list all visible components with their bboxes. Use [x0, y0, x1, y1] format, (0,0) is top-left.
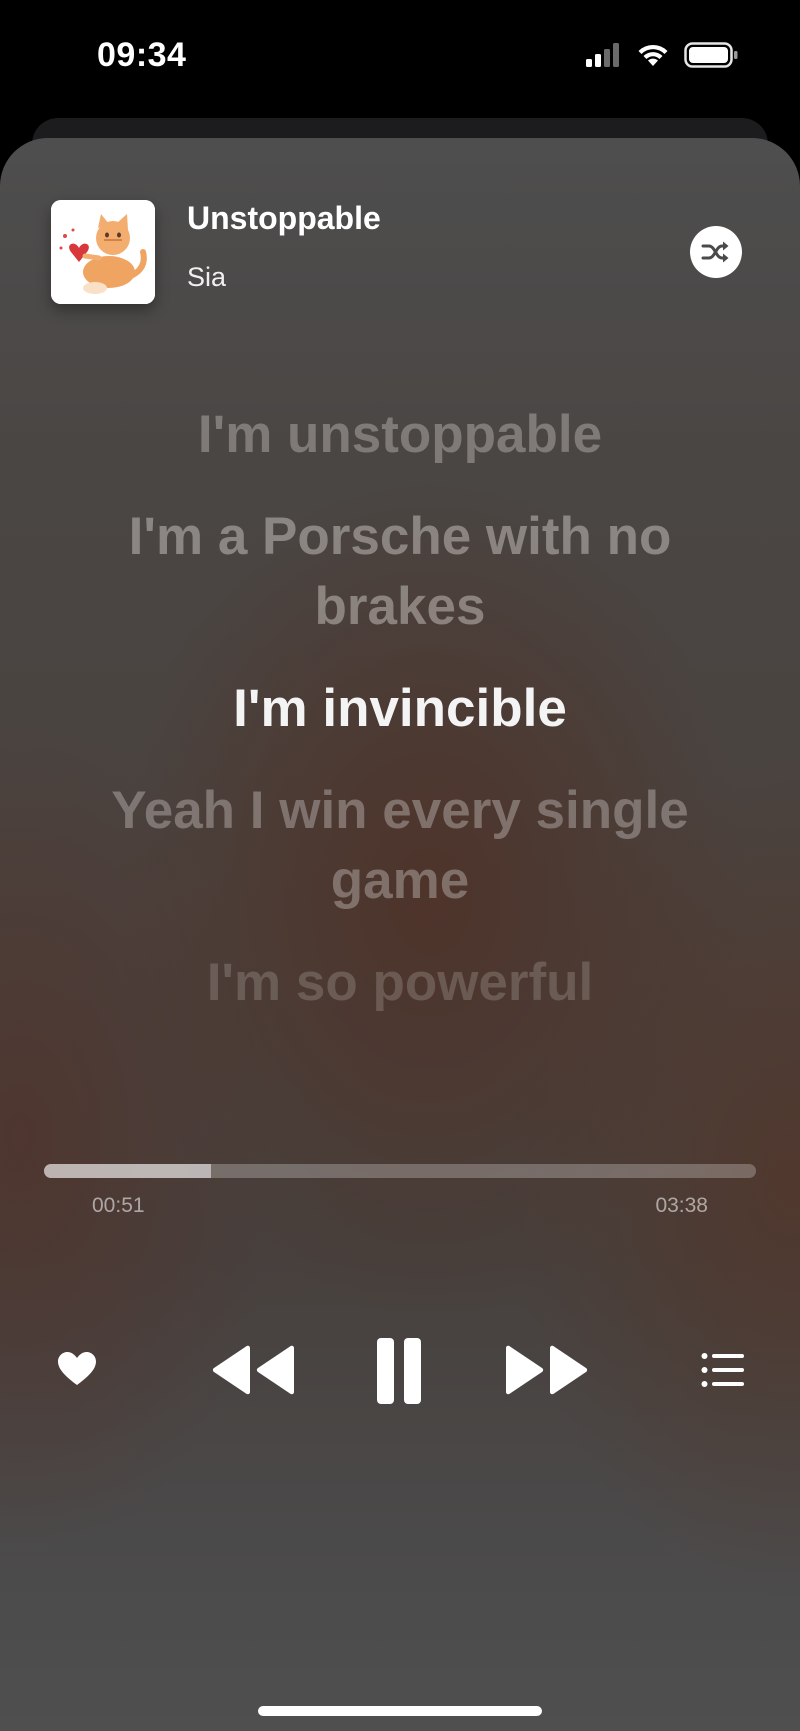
lyrics-view[interactable]: I'm unstoppable I'm a Porsche with no br… [0, 400, 800, 1018]
progress-fill [44, 1164, 212, 1178]
forward-icon [506, 1345, 588, 1395]
pause-button[interactable] [372, 1338, 426, 1404]
song-title[interactable]: Unstoppable [187, 200, 381, 237]
queue-button[interactable] [700, 1348, 746, 1392]
lyric-line[interactable]: I'm so powerful [110, 948, 690, 1018]
lyric-line-current[interactable]: I'm invincible [110, 674, 690, 744]
song-artist[interactable]: Sia [187, 262, 226, 293]
elapsed-time: 00:51 [92, 1194, 145, 1217]
wifi-icon [638, 44, 668, 66]
progress-bar[interactable] [44, 1164, 756, 1178]
status-icons [586, 42, 738, 68]
lyric-line[interactable]: I'm a Porsche with no brakes [110, 502, 690, 642]
battery-icon [684, 42, 738, 68]
now-playing-sheet: Unstoppable Sia I'm unstoppable I'm a Po… [0, 138, 800, 1731]
status-time: 09:34 [97, 36, 187, 74]
heart-icon [58, 1352, 96, 1385]
signal-icon [586, 43, 619, 67]
next-button[interactable] [504, 1344, 590, 1396]
pause-icon [377, 1338, 421, 1404]
queue-list-icon [701, 1353, 744, 1387]
album-art[interactable] [51, 200, 155, 304]
lyric-line[interactable]: Yeah I win every single game [110, 776, 690, 916]
status-bar: 09:34 [0, 0, 800, 110]
rewind-icon [212, 1345, 294, 1395]
like-button[interactable] [52, 1344, 102, 1394]
album-cat-illustration [51, 200, 155, 304]
previous-button[interactable] [210, 1344, 296, 1396]
home-indicator[interactable] [258, 1706, 542, 1716]
shuffle-button[interactable] [690, 226, 742, 278]
total-time: 03:38 [655, 1194, 708, 1217]
shuffle-icon [701, 241, 729, 263]
lyric-line[interactable]: I'm unstoppable [110, 400, 690, 470]
